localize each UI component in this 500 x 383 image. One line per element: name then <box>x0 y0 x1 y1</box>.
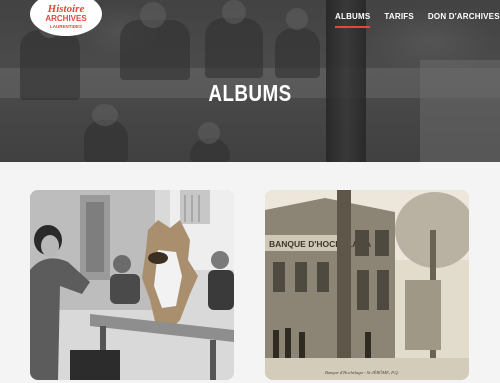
album-card-1[interactable] <box>30 190 234 380</box>
nav-item-tarifs[interactable]: TARIFS <box>384 12 414 28</box>
page-title: ALBUMS <box>208 80 292 106</box>
main-nav: ALBUMS TARIFS DON D'ARCHIVES <box>335 12 500 28</box>
album-postcard-banque: BANQUE D'HOCHELAGA Banque d'Hochelaga - … <box>265 190 469 380</box>
album-photo-woman-dog <box>30 190 234 380</box>
logo-line-2: ARCHIVES <box>45 14 87 23</box>
album-card-2[interactable]: BANQUE D'HOCHELAGA Banque d'Hochelaga - … <box>265 190 469 380</box>
logo-line-3: LAURENTIDES <box>50 24 82 29</box>
nav-item-albums[interactable]: ALBUMS <box>335 12 371 28</box>
site-logo[interactable]: Histoire ARCHIVES LAURENTIDES <box>28 0 106 40</box>
nav-item-don-archives[interactable]: DON D'ARCHIVES <box>428 12 500 28</box>
hero-banner: Histoire ARCHIVES LAURENTIDES ALBUMS TAR… <box>0 0 500 162</box>
